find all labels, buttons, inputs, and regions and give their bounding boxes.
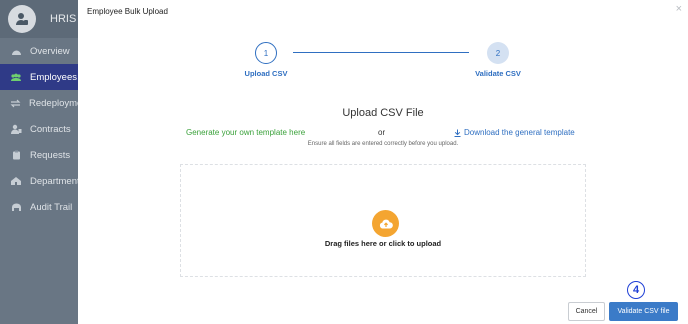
sidebar-item-label: Requests: [30, 149, 71, 161]
building-icon: [10, 176, 22, 186]
stepper-connector: [293, 52, 469, 53]
cloud-upload-icon: [372, 210, 399, 237]
step-label: Upload CSV: [244, 69, 288, 78]
step-number: 2: [487, 42, 509, 64]
sidebar-item-label: Department: [30, 175, 78, 187]
sidebar-item-label: Audit Trail: [30, 201, 73, 213]
close-icon[interactable]: ×: [676, 3, 682, 15]
download-template-label: Download the general template: [464, 128, 575, 137]
step-upload-csv: 1 Upload CSV: [226, 42, 306, 78]
sidebar-item-redeployment[interactable]: Redeployme: [0, 90, 78, 116]
brand: HRIS: [0, 0, 78, 38]
validate-csv-button[interactable]: Validate CSV file: [609, 302, 678, 321]
sidebar-item-overview[interactable]: Overview: [0, 38, 78, 64]
step-callout-badge: 4: [627, 281, 645, 299]
sidebar: HRIS Overview Employees Redeployme Contr…: [0, 0, 78, 324]
audit-icon: [10, 202, 22, 212]
sidebar-item-requests[interactable]: Requests: [0, 142, 78, 168]
bulk-upload-modal: Employee Bulk Upload × 1 Upload CSV 2 Va…: [78, 0, 688, 324]
cancel-button[interactable]: Cancel: [568, 302, 605, 321]
upload-hint: Ensure all fields are entered correctly …: [307, 141, 459, 147]
sidebar-item-department[interactable]: Department: [0, 168, 78, 194]
sidebar-item-employees[interactable]: Employees: [0, 64, 78, 90]
dropzone-label: Drag files here or click to upload: [324, 239, 442, 248]
upload-heading: Upload CSV File: [342, 107, 424, 119]
modal-title: Employee Bulk Upload: [87, 7, 168, 16]
user-contract-icon: [10, 124, 22, 134]
or-separator: or: [378, 128, 386, 137]
dashboard-icon: [10, 46, 22, 56]
sidebar-item-label: Employees: [30, 71, 77, 83]
sidebar-item-contracts[interactable]: Contracts: [0, 116, 78, 142]
sidebar-nav: Overview Employees Redeployme Contracts …: [0, 38, 78, 220]
file-dropzone[interactable]: Drag files here or click to upload: [180, 164, 586, 277]
swap-icon: [10, 98, 21, 108]
download-template-link[interactable]: Download the general template: [454, 128, 575, 137]
logo-icon: [8, 5, 36, 33]
step-label: Validate CSV: [475, 69, 521, 78]
sidebar-item-label: Overview: [30, 45, 70, 57]
step-number: 1: [255, 42, 277, 64]
app-name: HRIS: [50, 13, 77, 25]
download-icon: [454, 129, 461, 137]
sidebar-item-label: Redeployme: [29, 97, 78, 109]
generate-template-link[interactable]: Generate your own template here: [186, 128, 305, 137]
sidebar-item-label: Contracts: [30, 123, 71, 135]
step-validate-csv: 2 Validate CSV: [458, 42, 538, 78]
users-icon: [10, 72, 22, 82]
clipboard-icon: [10, 150, 22, 160]
sidebar-item-audit-trail[interactable]: Audit Trail: [0, 194, 78, 220]
